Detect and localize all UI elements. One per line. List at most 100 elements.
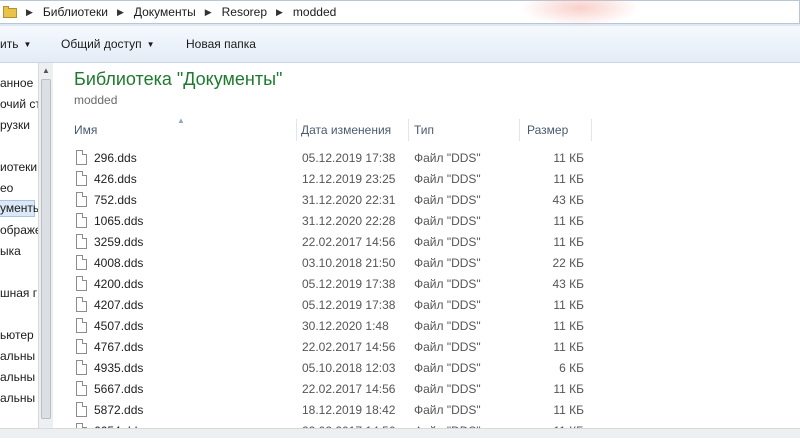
file-row[interactable]: 4200.dds 05.12.2019 17:38 Файл "DDS" 43 КБ xyxy=(53,274,800,295)
file-row[interactable]: 4507.dds 30.12.2020 1:48 Файл "DDS" 11 КБ xyxy=(53,316,800,337)
folder-icon xyxy=(3,6,17,18)
file-size: 43 КБ xyxy=(552,277,584,291)
nav-item[interactable]: ображе xyxy=(0,223,38,237)
file-icon xyxy=(76,276,87,291)
sort-up-icon: ▲ xyxy=(177,116,185,125)
file-size: 11 КБ xyxy=(553,151,584,165)
scroll-thumb[interactable] xyxy=(41,79,51,419)
file-size: 11 КБ xyxy=(553,298,584,312)
file-name: 426.dds xyxy=(94,172,137,186)
file-type: Файл "DDS" xyxy=(414,235,481,249)
breadcrumb-documents[interactable]: Документы xyxy=(134,5,196,19)
file-row[interactable]: 4008.dds 03.10.2018 21:50 Файл "DDS" 22 КБ xyxy=(53,253,800,274)
horizontal-scrollbar[interactable] xyxy=(0,428,800,438)
file-row[interactable]: 752.dds 31.12.2020 22:31 Файл "DDS" 43 КБ xyxy=(53,190,800,211)
file-list-pane: Библиотека "Документы" modded ▲ Имя Дата… xyxy=(53,63,800,438)
share-label: Общий доступ xyxy=(61,37,142,51)
file-date: 31.12.2020 22:31 xyxy=(302,193,396,207)
breadcrumb-modded[interactable]: modded xyxy=(293,5,336,19)
file-row[interactable]: 4207.dds 05.12.2019 17:38 Файл "DDS" 11 КБ xyxy=(53,295,800,316)
file-type: Файл "DDS" xyxy=(414,151,481,165)
file-row[interactable]: 5667.dds 22.02.2017 14:56 Файл "DDS" 11 КБ xyxy=(53,379,800,400)
nav-item[interactable]: рузки xyxy=(0,118,30,132)
nav-item[interactable]: альны xyxy=(0,391,35,405)
column-header-size[interactable]: Размер xyxy=(527,123,568,137)
file-type: Файл "DDS" xyxy=(414,319,481,333)
organize-label: ить xyxy=(0,37,19,51)
new-folder-label: Новая папка xyxy=(186,37,256,51)
nav-item[interactable]: ео xyxy=(0,181,13,195)
chevron-right-icon[interactable]: ▶ xyxy=(276,7,283,18)
nav-item[interactable]: иотеки xyxy=(0,160,37,174)
file-row[interactable]: 4935.dds 05.10.2018 12:03 Файл "DDS" 6 КБ xyxy=(53,358,800,379)
file-type: Файл "DDS" xyxy=(414,403,481,417)
file-icon xyxy=(76,318,87,333)
column-divider[interactable] xyxy=(408,119,409,141)
file-date: 22.02.2017 14:56 xyxy=(302,382,396,396)
column-divider[interactable] xyxy=(519,119,520,141)
command-bar: ить ▼ Общий доступ ▼ Новая папка xyxy=(0,26,800,63)
nav-item-selected[interactable]: ументы xyxy=(0,200,38,217)
file-date: 05.12.2019 17:38 xyxy=(302,277,396,291)
file-row[interactable]: 426.dds 12.12.2019 23:25 Файл "DDS" 11 КБ xyxy=(53,169,800,190)
file-date: 03.10.2018 21:50 xyxy=(302,256,396,270)
file-date: 05.10.2018 12:03 xyxy=(302,361,396,375)
file-row[interactable]: 3259.dds 22.02.2017 14:56 Файл "DDS" 11 КБ xyxy=(53,232,800,253)
file-size: 11 КБ xyxy=(553,340,584,354)
nav-item[interactable]: альны xyxy=(0,370,35,384)
file-row[interactable]: 5872.dds 18.12.2019 18:42 Файл "DDS" 11 КБ xyxy=(53,400,800,421)
chevron-right-icon[interactable]: ▶ xyxy=(26,7,33,18)
file-name: 296.dds xyxy=(94,151,137,165)
file-row[interactable]: 4767.dds 22.02.2017 14:56 Файл "DDS" 11 КБ xyxy=(53,337,800,358)
file-size: 11 КБ xyxy=(553,403,584,417)
column-header-date[interactable]: Дата изменения xyxy=(301,123,391,137)
caret-down-icon: ▼ xyxy=(23,40,32,49)
file-icon xyxy=(76,381,87,396)
column-header-type[interactable]: Тип xyxy=(414,123,434,137)
nav-item[interactable]: анное xyxy=(0,76,33,90)
file-type: Файл "DDS" xyxy=(414,340,481,354)
file-icon xyxy=(76,213,87,228)
file-name: 3259.dds xyxy=(94,235,144,249)
address-field[interactable]: ▶ Библиотеки ▶ Документы ▶ Resorep ▶ mod… xyxy=(0,0,800,24)
file-date: 22.02.2017 14:56 xyxy=(302,235,396,249)
file-name: 4935.dds xyxy=(94,361,144,375)
chevron-right-icon[interactable]: ▶ xyxy=(117,7,124,18)
nav-scrollbar[interactable]: ▲ xyxy=(38,63,53,438)
nav-item[interactable]: альны xyxy=(0,349,35,363)
new-folder-button[interactable]: Новая папка xyxy=(186,37,256,51)
file-date: 31.12.2020 22:28 xyxy=(302,214,396,228)
file-date: 12.12.2019 23:25 xyxy=(302,172,396,186)
share-button[interactable]: Общий доступ ▼ xyxy=(61,37,155,51)
file-name: 4767.dds xyxy=(94,340,144,354)
breadcrumb-resorep[interactable]: Resorep xyxy=(222,5,267,19)
file-type: Файл "DDS" xyxy=(414,277,481,291)
file-name: 4008.dds xyxy=(94,256,144,270)
scroll-up-icon[interactable]: ▲ xyxy=(42,66,50,75)
file-type: Файл "DDS" xyxy=(414,361,481,375)
file-type: Файл "DDS" xyxy=(414,193,481,207)
column-header-name[interactable]: Имя xyxy=(74,123,97,137)
file-icon xyxy=(76,360,87,375)
chevron-right-icon[interactable]: ▶ xyxy=(205,7,212,18)
breadcrumb-libraries[interactable]: Библиотеки xyxy=(43,5,108,19)
file-icon xyxy=(76,234,87,249)
nav-item[interactable]: ьютер xyxy=(0,328,34,342)
file-name: 5667.dds xyxy=(94,382,144,396)
file-row[interactable]: 296.dds 05.12.2019 17:38 Файл "DDS" 11 КБ xyxy=(53,148,800,169)
column-divider[interactable] xyxy=(296,119,297,141)
nav-item[interactable]: очий ст xyxy=(0,97,38,111)
file-row[interactable]: 1065.dds 31.12.2020 22:28 Файл "DDS" 11 КБ xyxy=(53,211,800,232)
file-name: 4207.dds xyxy=(94,298,144,312)
file-date: 18.12.2019 18:42 xyxy=(302,403,396,417)
file-name: 4507.dds xyxy=(94,319,144,333)
nav-item[interactable]: ыка xyxy=(0,244,21,258)
column-divider[interactable] xyxy=(591,119,592,141)
nav-item[interactable]: шная г xyxy=(0,286,37,300)
file-icon xyxy=(76,150,87,165)
file-size: 43 КБ xyxy=(552,193,584,207)
file-type: Файл "DDS" xyxy=(414,256,481,270)
file-date: 30.12.2020 1:48 xyxy=(302,319,389,333)
file-icon xyxy=(76,339,87,354)
organize-button[interactable]: ить ▼ xyxy=(0,37,31,51)
